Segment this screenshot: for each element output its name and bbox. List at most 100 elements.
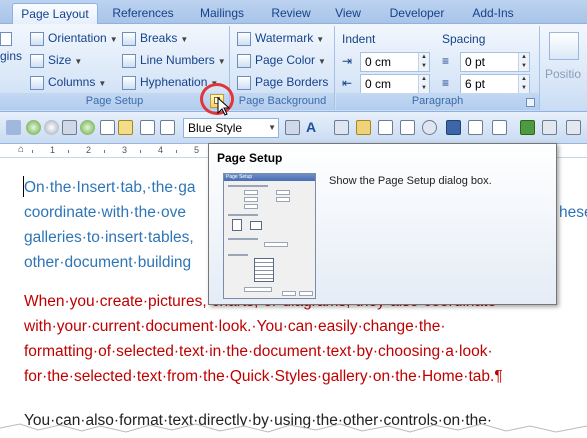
tooltip-title: Page Setup <box>217 151 283 165</box>
preview-line <box>228 238 258 240</box>
green-circle-icon[interactable] <box>26 120 41 135</box>
arrow-icon[interactable] <box>492 120 507 135</box>
spacing-before-value: 0 pt <box>465 55 486 69</box>
columns-button[interactable]: Columns ▼ <box>30 72 106 92</box>
doc-line: galleries·to·insert·tables, <box>24 229 194 246</box>
spacing-after-stepper[interactable]: 6 pt ▲ ▼ <box>460 74 530 94</box>
document-icon[interactable] <box>140 120 155 135</box>
options-icon[interactable] <box>566 120 581 135</box>
styles-icon[interactable] <box>285 120 300 135</box>
window-icon[interactable] <box>468 120 483 135</box>
spin-arrows-icon[interactable]: ▲ ▼ <box>518 53 529 71</box>
preview-title-bar: Page Setup <box>224 174 315 181</box>
spin-arrows-icon[interactable]: ▲ ▼ <box>418 53 429 71</box>
spacing-heading: Spacing <box>442 32 486 46</box>
paragraph-group-label: Paragraph <box>336 93 539 110</box>
indent-marker-icon[interactable]: ⌂ <box>18 144 24 155</box>
tooltip-description: Show the Page Setup dialog box. <box>329 175 492 187</box>
ribbon-tab-row: Page Layout References Mailings Review V… <box>0 0 587 25</box>
tab-view[interactable]: View <box>326 3 370 24</box>
spacing-after-icon: ≡ <box>442 76 450 90</box>
page-borders-button[interactable]: Page Borders <box>237 72 328 92</box>
clipboard-icon[interactable] <box>160 120 175 135</box>
size-button[interactable]: Size ▼ <box>30 50 82 70</box>
doc-line: other·document·building <box>24 254 192 271</box>
ruler-tick <box>140 150 141 153</box>
ruler-tick <box>104 150 105 153</box>
page-icon[interactable] <box>100 120 115 135</box>
ruler-number: 2 <box>86 145 92 155</box>
style-select-value: Blue Style <box>188 121 243 135</box>
margins-button[interactable]: gins <box>0 32 22 66</box>
preview-field <box>264 242 288 247</box>
size-icon <box>30 53 44 68</box>
preview-field <box>244 190 258 195</box>
preview-line <box>228 214 258 216</box>
page-color-button[interactable]: Page Color ▼ <box>237 50 326 70</box>
hyphenation-label: Hyphenation <box>140 75 208 89</box>
spin-arrows-icon[interactable]: ▲ ▼ <box>418 75 429 93</box>
layout-icon[interactable] <box>542 120 557 135</box>
indent-right-stepper[interactable]: 0 cm ▲ ▼ <box>360 74 430 94</box>
hyphenation-icon <box>122 75 136 90</box>
ruler-number: 3 <box>122 145 128 155</box>
tab-developer[interactable]: Developer <box>380 3 454 24</box>
breaks-label: Breaks <box>140 31 178 45</box>
indent-right-value: 0 cm <box>365 77 392 91</box>
ruler-tick <box>176 150 177 153</box>
chevron-down-icon: ▼ <box>217 57 226 66</box>
spin-arrows-icon[interactable]: ▲ ▼ <box>518 75 529 93</box>
ruler-tick <box>32 150 33 153</box>
line-numbers-label: Line Numbers <box>140 53 215 67</box>
chevron-down-icon: ▼ <box>109 35 118 44</box>
orientation-label: Orientation <box>48 31 107 45</box>
tab-review[interactable]: Review <box>264 3 318 24</box>
preview-landscape-icon <box>250 221 262 230</box>
tab-page-layout[interactable]: Page Layout <box>12 3 98 25</box>
green-circle-icon[interactable] <box>80 120 95 135</box>
zoom-icon[interactable] <box>422 120 437 135</box>
preview-page-icon <box>254 258 274 282</box>
highlight-icon[interactable] <box>356 120 371 135</box>
line-numbers-button[interactable]: Line Numbers ▼ <box>122 50 226 70</box>
preview-line <box>228 185 268 187</box>
indent-left-value: 0 cm <box>365 55 392 69</box>
indent-left-stepper[interactable]: 0 cm ▲ ▼ <box>360 52 430 72</box>
view-icon[interactable] <box>446 120 461 135</box>
preview-field <box>244 287 272 292</box>
ruler-number: 1 <box>50 145 56 155</box>
indent-left-icon: ⇥ <box>342 54 353 68</box>
font-color-icon[interactable]: A <box>306 120 321 135</box>
folder-icon[interactable] <box>118 120 133 135</box>
watermark-label: Watermark <box>255 31 314 45</box>
gray-circle-icon[interactable] <box>44 120 59 135</box>
tab-references[interactable]: References <box>104 3 182 24</box>
green-square-icon[interactable] <box>520 120 535 135</box>
chevron-down-icon: ▼ <box>98 79 107 88</box>
orientation-button[interactable]: Orientation ▼ <box>30 28 118 48</box>
breaks-button[interactable]: Breaks ▼ <box>122 28 188 48</box>
columns-icon <box>30 75 44 90</box>
size-label: Size <box>48 53 72 67</box>
position-button[interactable]: Positio <box>545 64 581 84</box>
paragraph-dialog-launcher[interactable] <box>526 98 535 107</box>
tab-add-ins[interactable]: Add-Ins <box>460 3 526 24</box>
page-borders-label: Page Borders <box>255 75 329 89</box>
chevron-down-icon[interactable]: ▼ <box>268 119 276 137</box>
format-icon[interactable] <box>334 120 349 135</box>
tab-mailings[interactable]: Mailings <box>190 3 254 24</box>
watermark-button[interactable]: Watermark ▼ <box>237 28 324 48</box>
table-icon[interactable] <box>378 120 393 135</box>
quick-toolbar: Blue Style ▼ A <box>0 112 587 144</box>
chevron-down-icon: ▼ <box>316 35 325 44</box>
ribbon: gins Orientation ▼ Size ▼ Columns ▼ Breaks ▼… <box>0 24 587 112</box>
doc-line: for·the·selected·text·from·the·Quick·Sty… <box>24 368 503 385</box>
spacing-before-stepper[interactable]: 0 pt ▲ ▼ <box>460 52 530 72</box>
mouse-cursor-icon <box>217 97 231 116</box>
preview-field <box>244 204 258 209</box>
torn-edge-decoration <box>0 423 587 438</box>
style-select[interactable]: Blue Style ▼ <box>183 118 279 138</box>
print-icon[interactable] <box>62 120 77 135</box>
insert-icon[interactable] <box>400 120 415 135</box>
spacing-before-icon: ≡ <box>442 54 450 68</box>
